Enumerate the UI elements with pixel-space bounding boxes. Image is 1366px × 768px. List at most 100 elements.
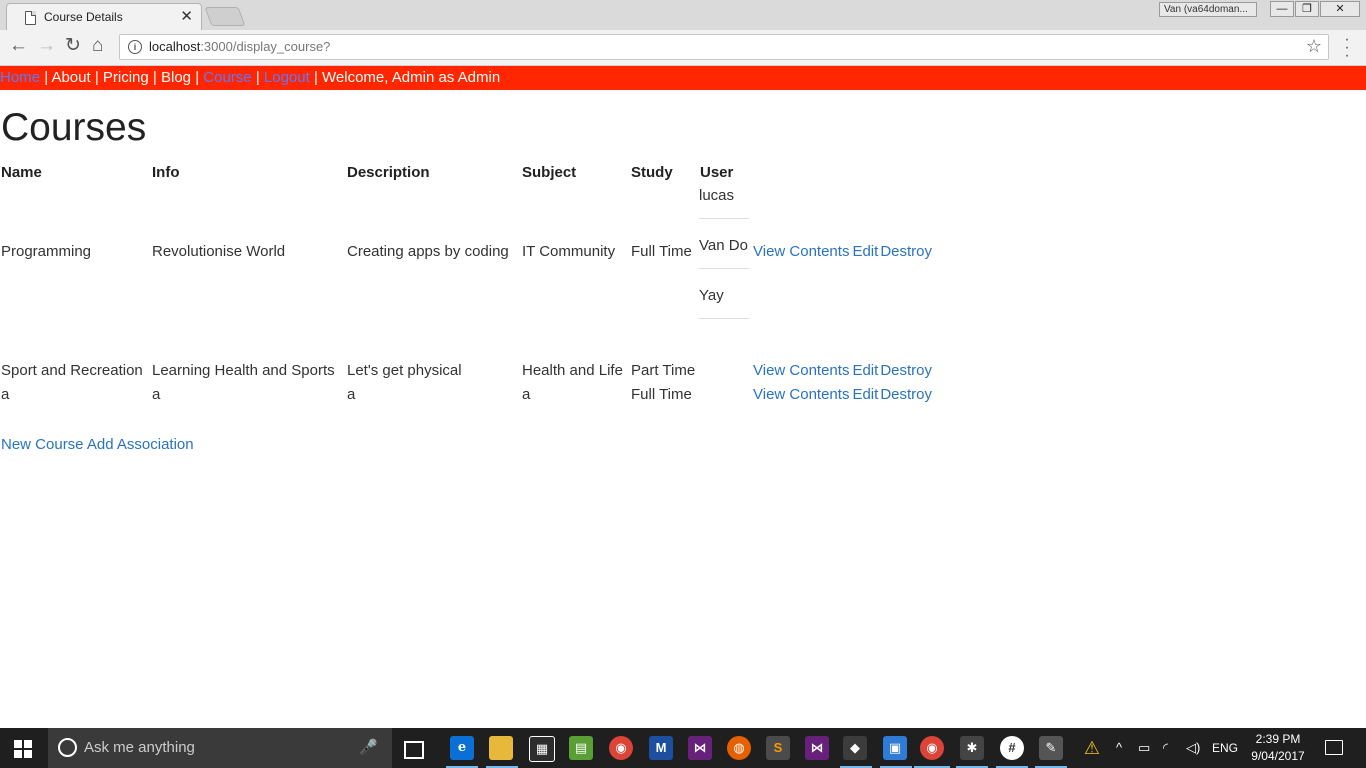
bookmark-star-icon[interactable]: ☆ <box>1306 36 1322 57</box>
nav-separator: | <box>152 69 157 86</box>
row-actions: View Contents Edit Destroy <box>752 319 934 383</box>
wifi-icon[interactable]: ◜ <box>1163 728 1168 768</box>
edge-icon[interactable]: e <box>450 736 474 760</box>
visual-studio-icon[interactable]: ⋈ <box>805 736 829 760</box>
reload-icon[interactable]: ↻ <box>65 35 81 57</box>
edit-link[interactable]: Edit <box>852 362 878 379</box>
clock-time: 2:39 PM <box>1255 732 1301 746</box>
edit-link[interactable]: Edit <box>852 386 878 403</box>
restore-button[interactable]: ❐ <box>1295 1 1319 17</box>
clock[interactable]: 2:39 PM 9/04/2017 <box>1246 731 1310 765</box>
show-hidden-icons-icon[interactable]: ^ <box>1116 728 1122 768</box>
course-study: Part Time <box>631 362 696 379</box>
sourcetree-icon[interactable]: ◆ <box>843 736 867 760</box>
add-association-link[interactable]: Add Association <box>87 436 194 453</box>
course-info: Learning Health and Sports <box>152 362 335 379</box>
info-icon[interactable]: i <box>128 40 142 54</box>
nav-separator: | <box>44 69 49 86</box>
view-contents-link[interactable]: View Contents <box>753 362 849 379</box>
nav-course-link[interactable]: Course <box>203 69 251 86</box>
nav-about-link[interactable]: About <box>51 69 90 86</box>
minimize-button[interactable]: — <box>1270 1 1294 17</box>
edit-link[interactable]: Edit <box>852 243 878 260</box>
cortana-icon <box>58 738 77 757</box>
chrome-icon[interactable]: ◉ <box>609 736 633 760</box>
volume-icon[interactable]: ◁) <box>1186 728 1200 768</box>
row-actions: View Contents Edit Destroy <box>752 383 934 405</box>
column-header-study: Study <box>631 163 673 181</box>
destroy-link[interactable]: Destroy <box>880 243 932 260</box>
course-name: Sport and Recreation <box>1 362 143 379</box>
clock-date: 9/04/2017 <box>1251 749 1305 763</box>
paint-icon[interactable]: ▣ <box>883 736 907 760</box>
column-header-user: User <box>700 163 734 181</box>
home-icon[interactable]: ⌂ <box>92 35 103 57</box>
firefox-icon[interactable]: ◍ <box>727 736 751 760</box>
courses-table: Name Info Description Subject Study User… <box>0 161 934 405</box>
course-description: Let's get physical <box>347 362 462 379</box>
browser-tab[interactable]: Course Details ✕ <box>6 3 202 30</box>
file-explorer-icon[interactable] <box>489 736 513 760</box>
language-indicator[interactable]: ENG <box>1212 728 1238 768</box>
new-tab-button[interactable] <box>204 7 246 26</box>
spreadsheet-app-icon[interactable]: ▤ <box>569 736 593 760</box>
nav-home-link[interactable]: Home <box>0 69 40 86</box>
destroy-link[interactable]: Destroy <box>880 386 932 403</box>
menu-icon[interactable]: · · · <box>1342 32 1352 64</box>
nav-separator: | <box>255 69 260 86</box>
nav-pricing-link[interactable]: Pricing <box>103 69 149 86</box>
course-name: Programming <box>1 242 92 260</box>
page-icon <box>25 11 36 25</box>
address-bar[interactable]: i localhost:3000/display_course? ☆ <box>119 34 1329 60</box>
nav-blog-link[interactable]: Blog <box>161 69 191 86</box>
profile-button[interactable]: Van (va64doman... <box>1159 2 1257 17</box>
visual-studio-code-icon[interactable]: ⋈ <box>688 736 712 760</box>
user-entry: lucas <box>699 183 749 219</box>
tab-title: Course Details <box>44 10 123 24</box>
warning-icon[interactable]: ⚠ <box>1080 736 1104 760</box>
inkscape-icon[interactable]: ✎ <box>1039 736 1063 760</box>
course-subject: a <box>522 385 531 403</box>
forward-icon[interactable]: → <box>37 35 56 57</box>
course-info: Revolutionise World <box>152 242 286 260</box>
nav-separator: | <box>313 69 318 86</box>
battery-icon[interactable]: ▭ <box>1138 728 1150 768</box>
course-name: a <box>1 385 10 403</box>
url-text: localhost:3000/display_course? <box>149 39 330 54</box>
chrome-active-icon[interactable]: ◉ <box>920 736 944 760</box>
column-header-actions <box>752 161 934 183</box>
view-contents-link[interactable]: View Contents <box>753 243 849 260</box>
close-window-button[interactable]: ✕ <box>1320 1 1360 17</box>
new-course-link[interactable]: New Course <box>1 436 84 453</box>
slack-icon[interactable]: # <box>1000 736 1024 760</box>
user-entry: Van Do <box>699 219 749 269</box>
microphone-icon[interactable]: 🎤 <box>359 738 378 756</box>
gimp-icon[interactable]: ✱ <box>960 736 984 760</box>
nav-logout-link[interactable]: Logout <box>264 69 310 86</box>
course-subject: IT Community <box>522 242 616 260</box>
sublime-text-icon[interactable]: S <box>766 736 790 760</box>
browser-toolbar: ← → ↻ ⌂ i localhost:3000/display_course?… <box>0 30 1366 66</box>
destroy-link[interactable]: Destroy <box>880 362 932 379</box>
search-placeholder: Ask me anything <box>84 739 195 756</box>
browser-tab-strip: Course Details ✕ Van (va64doman... — ❐ ✕ <box>0 0 1366 30</box>
welcome-text: Welcome, Admin as Admin <box>322 69 501 86</box>
store-icon[interactable]: ▦ <box>529 736 555 762</box>
malwarebytes-icon[interactable]: M <box>649 736 673 760</box>
course-info: a <box>152 385 161 403</box>
url-path: :3000/display_course? <box>200 39 331 54</box>
column-header-description: Description <box>347 163 430 181</box>
footer-links: New Course Add Association <box>1 436 194 453</box>
nav-separator: | <box>94 69 99 86</box>
view-contents-link[interactable]: View Contents <box>753 386 849 403</box>
windows-start-icon[interactable] <box>14 740 32 758</box>
table-row: Sport and Recreation Learning Health and… <box>0 319 934 383</box>
course-users <box>699 383 752 405</box>
task-view-icon[interactable] <box>404 741 424 759</box>
close-tab-icon[interactable]: ✕ <box>180 7 193 25</box>
course-description: Creating apps by coding <box>347 242 509 260</box>
cortana-search-box[interactable]: Ask me anything 🎤 <box>48 728 392 768</box>
action-center-icon[interactable] <box>1325 740 1343 755</box>
back-icon[interactable]: ← <box>9 35 28 57</box>
table-header-row: Name Info Description Subject Study User <box>0 161 934 183</box>
